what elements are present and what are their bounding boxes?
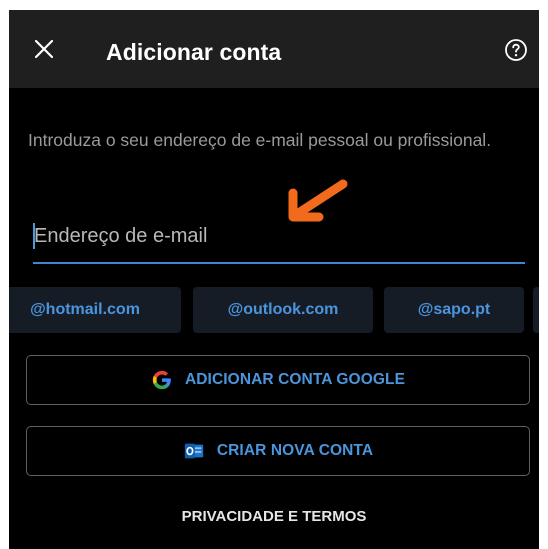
google-icon — [151, 369, 173, 391]
add-google-account-button[interactable]: ADICIONAR CONTA GOOGLE — [26, 355, 530, 405]
add-account-screen: Adicionar conta Introduza o seu endereço… — [9, 10, 539, 549]
domain-chip-outlook[interactable]: @outlook.com — [193, 287, 373, 333]
app-bar: Adicionar conta — [9, 10, 539, 88]
create-new-account-label: CRIAR NOVA CONTA — [216, 442, 374, 459]
page-title: Adicionar conta — [106, 39, 282, 65]
email-field-underline — [33, 262, 525, 264]
domain-chip-label: @sapo.pt — [417, 301, 491, 318]
create-new-account-button[interactable]: CRIAR NOVA CONTA — [26, 426, 530, 476]
domain-chip-more[interactable] — [533, 287, 539, 333]
help-icon[interactable] — [504, 38, 528, 62]
instruction-text: Introduza o seu endereço de e-mail pesso… — [28, 130, 492, 150]
close-icon[interactable] — [29, 34, 59, 64]
outlook-icon — [183, 440, 205, 462]
privacy-terms-link[interactable]: PRIVACIDADE E TERMOS — [9, 508, 539, 525]
text-caret — [33, 223, 35, 249]
annotation-arrow — [288, 179, 348, 222]
domain-chip-sapo[interactable]: @sapo.pt — [384, 287, 524, 333]
domain-chip-label: @outlook.com — [227, 301, 339, 318]
domain-chip-hotmail[interactable]: @hotmail.com — [9, 287, 181, 333]
domain-chip-label: @hotmail.com — [30, 301, 140, 318]
domain-suggestions: @hotmail.com @outlook.com @sapo.pt — [9, 287, 539, 333]
add-google-account-label: ADICIONAR CONTA GOOGLE — [184, 371, 406, 388]
